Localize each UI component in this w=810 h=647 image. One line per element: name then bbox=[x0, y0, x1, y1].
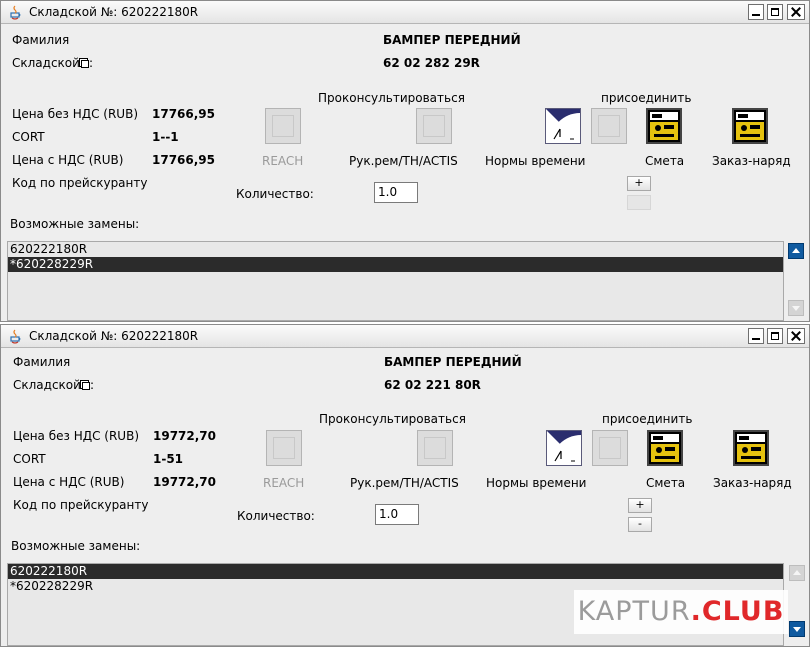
warehouse-colon: : bbox=[89, 56, 94, 70]
price-no-vat-value: 17766,95 bbox=[152, 107, 216, 121]
quantity-decrement-button[interactable] bbox=[627, 195, 651, 210]
consult-label: Проконсультироваться bbox=[319, 412, 466, 426]
estimate-label: Смета bbox=[645, 154, 685, 168]
scroll-up-arrow-icon[interactable] bbox=[789, 565, 805, 581]
minimize-button[interactable] bbox=[748, 328, 764, 344]
price-vat-value: 17766,95 bbox=[152, 153, 216, 167]
price-no-vat-label: Цена без НДС (RUB) bbox=[12, 107, 138, 121]
list-item[interactable]: 620222180R bbox=[8, 242, 783, 257]
surname-label: Фамилия bbox=[13, 355, 71, 369]
list-item-selected[interactable]: *620228229R bbox=[8, 257, 783, 272]
window-title: Складской №: 620222180R bbox=[29, 329, 199, 343]
reach-icon[interactable] bbox=[265, 108, 301, 144]
warehouse-label: Складской bbox=[12, 56, 80, 70]
copy-icon[interactable] bbox=[80, 380, 90, 390]
watermark-accent: .CLUB bbox=[690, 596, 785, 627]
price-list-code-label: Код по прейскуранту bbox=[12, 176, 148, 190]
consult-label: Проконсультироваться bbox=[318, 91, 465, 105]
part-name: БАМПЕР ПЕРЕДНИЙ bbox=[384, 355, 522, 369]
window-title: Складской №: 620222180R bbox=[29, 5, 199, 19]
work-order-icon[interactable] bbox=[732, 108, 768, 144]
repair-manual-icon[interactable] bbox=[417, 430, 453, 466]
attach-icon[interactable] bbox=[592, 430, 628, 466]
price-vat-value: 19772,70 bbox=[153, 475, 217, 489]
clock-icon[interactable] bbox=[545, 108, 581, 144]
quantity-input[interactable]: 1.0 bbox=[375, 504, 419, 525]
quantity-input[interactable]: 1.0 bbox=[374, 182, 418, 203]
part-window-1: Складской №: 620222180R Фамилия БАМПЕР П… bbox=[0, 0, 810, 322]
repair-manual-label: Рук.рем/TH/ACTIS bbox=[350, 476, 459, 490]
part-number: 62 02 221 80R bbox=[384, 378, 481, 392]
java-icon bbox=[10, 5, 21, 20]
reach-button-label: REACH bbox=[262, 154, 304, 168]
time-norms-label: Нормы времени bbox=[486, 476, 587, 490]
quantity-label: Количество: bbox=[237, 509, 315, 523]
repair-manual-icon[interactable] bbox=[416, 108, 452, 144]
window-titlebar[interactable]: Складской №: 620222180R bbox=[1, 325, 809, 348]
warehouse-label: Складской bbox=[13, 378, 81, 392]
minimize-button[interactable] bbox=[748, 4, 764, 20]
estimate-label: Смета bbox=[646, 476, 686, 490]
attach-icon[interactable] bbox=[591, 108, 627, 144]
part-name: БАМПЕР ПЕРЕДНИЙ bbox=[383, 33, 521, 47]
cort-label: CORT bbox=[13, 452, 46, 466]
price-vat-label: Цена с НДС (RUB) bbox=[13, 475, 125, 489]
work-order-label: Заказ-наряд bbox=[713, 476, 792, 490]
maximize-button[interactable] bbox=[767, 328, 783, 344]
window-titlebar[interactable]: Складской №: 620222180R bbox=[1, 1, 809, 24]
surname-label: Фамилия bbox=[12, 33, 70, 47]
watermark-text: KAPTUR bbox=[577, 596, 691, 627]
attach-label: присоединить bbox=[601, 91, 692, 105]
clock-icon[interactable] bbox=[546, 430, 582, 466]
time-norms-label: Нормы времени bbox=[485, 154, 586, 168]
reach-button-label: REACH bbox=[263, 476, 305, 490]
estimate-icon[interactable] bbox=[646, 108, 682, 144]
watermark: KAPTUR.CLUB bbox=[574, 590, 788, 634]
scroll-down-arrow-icon[interactable] bbox=[789, 621, 805, 637]
estimate-icon[interactable] bbox=[647, 430, 683, 466]
scroll-up-arrow-icon[interactable] bbox=[788, 243, 804, 259]
repair-manual-label: Рук.рем/TH/ACTIS bbox=[349, 154, 458, 168]
copy-icon[interactable] bbox=[79, 58, 89, 68]
replacements-label: Возможные замены: bbox=[10, 217, 140, 231]
scroll-down-arrow-icon[interactable] bbox=[788, 300, 804, 316]
price-no-vat-label: Цена без НДС (RUB) bbox=[13, 429, 139, 443]
price-list-code-label: Код по прейскуранту bbox=[13, 498, 149, 512]
quantity-increment-button[interactable]: + bbox=[628, 498, 652, 513]
cort-value: 1-51 bbox=[153, 452, 184, 466]
quantity-increment-button[interactable]: + bbox=[627, 176, 651, 191]
warehouse-colon: : bbox=[90, 378, 95, 392]
reach-icon[interactable] bbox=[266, 430, 302, 466]
replacements-label: Возможные замены: bbox=[11, 539, 141, 553]
replacements-list[interactable]: 620222180R *620228229R bbox=[7, 241, 784, 321]
work-order-label: Заказ-наряд bbox=[712, 154, 791, 168]
part-number: 62 02 282 29R bbox=[383, 56, 480, 70]
work-order-icon[interactable] bbox=[733, 430, 769, 466]
quantity-decrement-button[interactable]: - bbox=[628, 517, 652, 532]
java-icon bbox=[10, 329, 21, 344]
list-item-selected[interactable]: 620222180R bbox=[8, 564, 783, 579]
quantity-label: Количество: bbox=[236, 187, 314, 201]
attach-label: присоединить bbox=[602, 412, 693, 426]
close-button[interactable] bbox=[787, 328, 805, 344]
cort-value: 1--1 bbox=[152, 130, 179, 144]
price-no-vat-value: 19772,70 bbox=[153, 429, 217, 443]
cort-label: CORT bbox=[12, 130, 45, 144]
maximize-button[interactable] bbox=[767, 4, 783, 20]
close-button[interactable] bbox=[787, 4, 805, 20]
price-vat-label: Цена с НДС (RUB) bbox=[12, 153, 124, 167]
